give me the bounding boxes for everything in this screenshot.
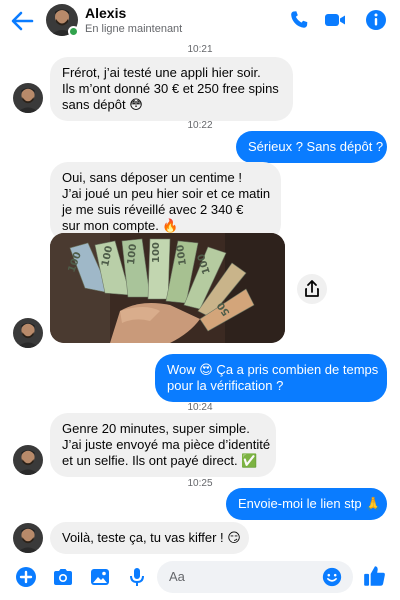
back-arrow-icon[interactable] xyxy=(8,7,36,35)
shared-photo-euro-banknotes[interactable]: 100 100 100 100 100 100 50 xyxy=(50,233,285,343)
message-line: Voilà, teste ça, tu vas kiffer ! 😏 xyxy=(62,530,241,545)
message-line: J’ai juste envoyé ma pièce d’identité xyxy=(62,437,271,452)
contact-avatar-small xyxy=(13,445,43,475)
received-message[interactable]: Oui, sans déposer un centime ! J’ai joué… xyxy=(50,162,281,242)
message-line: J’ai joué un peu hier soir et ce matin xyxy=(62,186,271,201)
received-message[interactable]: Frérot, j’ai testé une appli hier soir. … xyxy=(50,57,293,121)
microphone-icon[interactable] xyxy=(125,565,149,589)
contact-name[interactable]: Alexis xyxy=(85,5,126,21)
message-line: sans dépôt 😳 xyxy=(62,97,143,112)
message-input-placeholder: Aa xyxy=(169,569,185,584)
info-icon[interactable] xyxy=(364,8,388,32)
share-icon xyxy=(305,280,319,297)
message-line: Wow 😍 Ça a pris combien de temps xyxy=(167,362,379,377)
received-message[interactable]: Genre 20 minutes, super simple. J’ai jus… xyxy=(50,413,276,477)
message-input[interactable]: Aa xyxy=(157,561,353,593)
emoji-icon[interactable] xyxy=(321,566,343,588)
share-button[interactable] xyxy=(297,274,327,304)
video-camera-icon[interactable] xyxy=(323,8,347,32)
svg-text:100: 100 xyxy=(126,243,139,265)
timestamp: 10:24 xyxy=(187,402,213,413)
message-line: sur mon compte. 🔥 xyxy=(62,218,179,233)
sent-message[interactable]: Wow 😍 Ça a pris combien de temps pour la… xyxy=(155,354,387,402)
thumbs-up-icon[interactable] xyxy=(362,563,388,589)
timestamp: 10:22 xyxy=(187,120,213,131)
timestamp: 10:21 xyxy=(187,44,213,55)
contact-avatar-small xyxy=(13,83,43,113)
message-line: Oui, sans déposer un centime ! xyxy=(62,170,242,185)
message-line: et un selfie. Ils ont payé direct. ✅ xyxy=(62,453,258,468)
contact-status: En ligne maintenant xyxy=(85,23,183,35)
svg-text:100: 100 xyxy=(151,242,162,263)
sent-message[interactable]: Envoie-moi le lien stp 🙏 xyxy=(226,488,387,520)
camera-icon[interactable] xyxy=(51,565,75,589)
sent-message[interactable]: Sérieux ? Sans dépôt ? xyxy=(236,131,387,163)
message-line: Frérot, j’ai testé une appli hier soir. xyxy=(62,65,261,80)
contact-avatar-small xyxy=(13,318,43,348)
message-line: Genre 20 minutes, super simple. xyxy=(62,421,250,436)
contact-avatar-small xyxy=(13,523,43,553)
message-composer: Aa xyxy=(0,556,400,600)
message-line: je me suis réveillé avec 2 340 € xyxy=(62,202,244,217)
plus-icon[interactable] xyxy=(14,565,38,589)
message-line: pour la vérification ? xyxy=(167,378,284,393)
gallery-icon[interactable] xyxy=(88,565,112,589)
received-message[interactable]: Voilà, teste ça, tu vas kiffer ! 😏 xyxy=(50,522,249,554)
chat-header: Alexis En ligne maintenant xyxy=(0,0,400,42)
message-line: Sérieux ? Sans dépôt ? xyxy=(248,139,384,154)
online-status-dot xyxy=(68,26,79,37)
message-line: Ils m’ont donné 30 € et 250 free spins xyxy=(62,81,279,96)
message-line: Envoie-moi le lien stp 🙏 xyxy=(238,496,382,511)
phone-icon[interactable] xyxy=(287,8,311,32)
